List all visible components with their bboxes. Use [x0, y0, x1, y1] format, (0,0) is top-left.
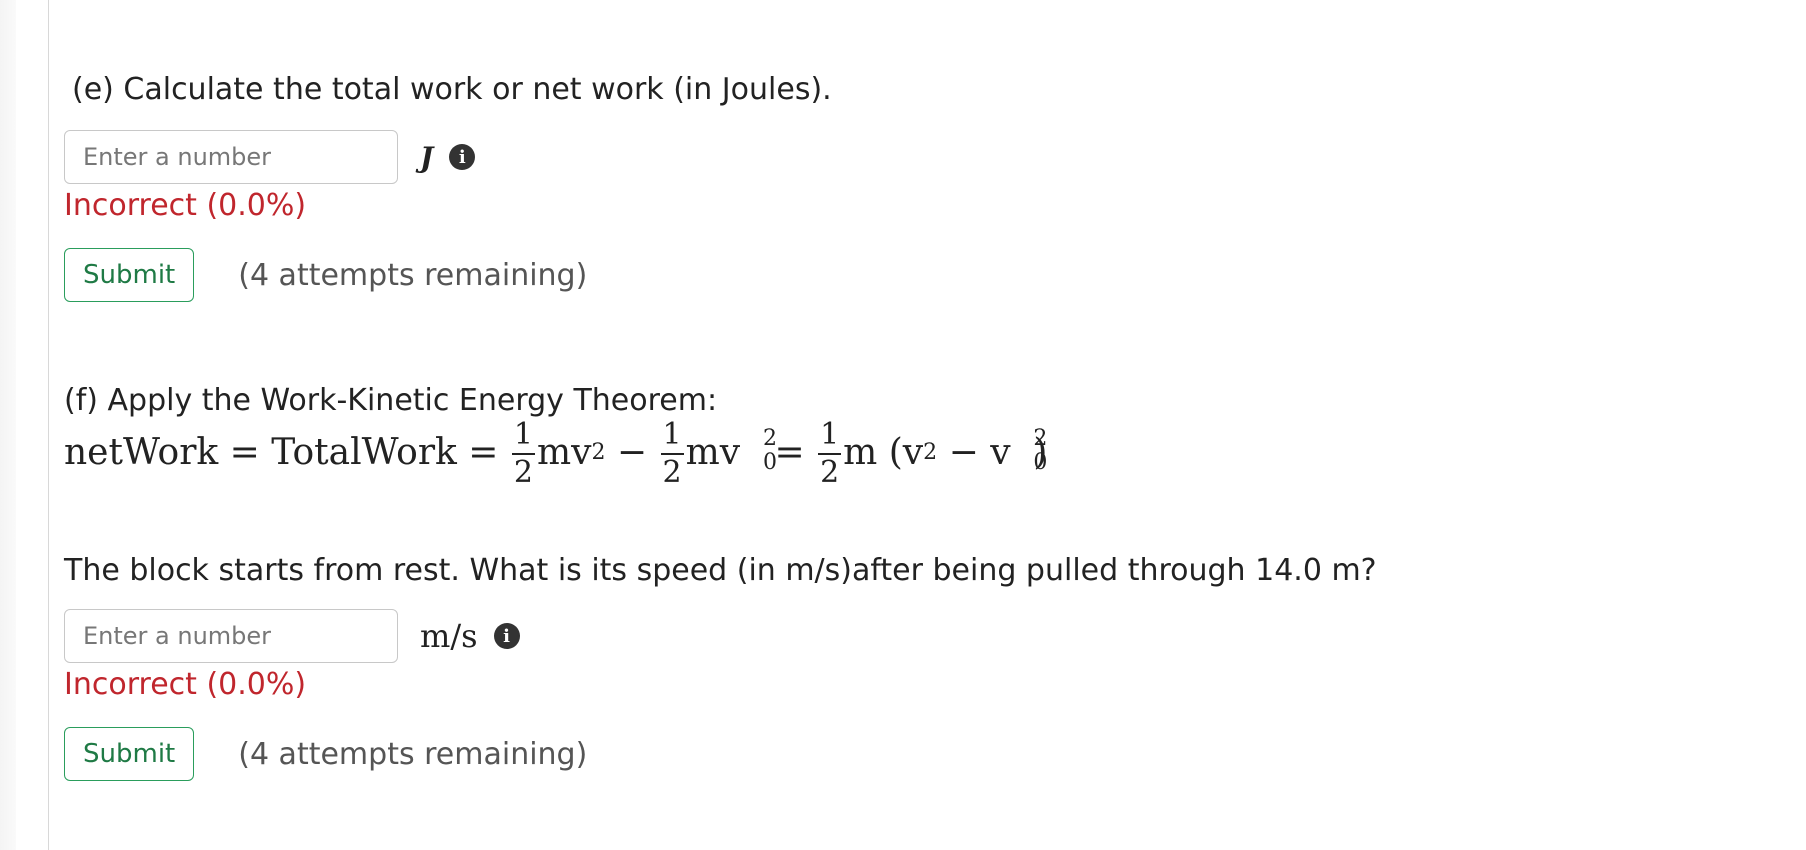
equation-minus: − [605, 431, 659, 473]
left-rail [0, 0, 16, 850]
part-e-submit-row: Submit (4 attempts remaining) [64, 248, 587, 302]
part-e-status: Incorrect (0.0%) [64, 188, 307, 223]
part-e-number-input[interactable] [64, 130, 398, 184]
part-f-submit-button[interactable]: Submit [64, 727, 195, 781]
part-e-attempts: (4 attempts remaining) [238, 257, 588, 293]
v0-scripts: 20 [763, 425, 778, 475]
part-f-title: (f) Apply the Work-Kinetic Energy Theore… [64, 383, 718, 418]
exponent: 2 [923, 439, 938, 465]
left-border [48, 0, 49, 850]
part-f-number-input[interactable] [64, 609, 398, 663]
info-circle-icon[interactable]: i [449, 144, 476, 170]
part-f-question: The block starts from rest. What is its … [64, 553, 1377, 588]
part-e-unit: J [420, 140, 434, 174]
equation-term-final-ke: mv [537, 431, 592, 473]
fraction-half: 1 2 [660, 417, 684, 490]
equation-term-factored: m (v [843, 431, 924, 473]
part-f-attempts: (4 attempts remaining) [238, 736, 588, 772]
exponent: 2 [591, 439, 606, 465]
part-e-title: (e) Calculate the total work or net work… [72, 72, 832, 107]
part-e-answer-row: J i [64, 130, 476, 184]
equation-lhs: netWork = TotalWork = [64, 431, 510, 473]
info-circle-icon[interactable]: i [493, 623, 520, 649]
v0-scripts: 20 [1033, 425, 1048, 475]
part-f-unit: m/s [420, 617, 478, 655]
part-f-submit-row: Submit (4 attempts remaining) [64, 727, 587, 781]
question-content: (e) Calculate the total work or net work… [64, 0, 1770, 850]
fraction-half: 1 2 [511, 417, 535, 490]
part-f-answer-row: m/s i [64, 609, 520, 663]
part-f-status: Incorrect (0.0%) [64, 667, 307, 702]
work-energy-equation: netWork = TotalWork = 1 2 mv 2 − 1 2 mv 2 0… [64, 417, 1048, 490]
fraction-half: 1 2 [818, 417, 842, 490]
equation-term-initial-ke: mv [685, 431, 741, 473]
part-e-submit-button[interactable]: Submit [64, 248, 195, 302]
equation-minus-v0: − v [937, 431, 1011, 473]
